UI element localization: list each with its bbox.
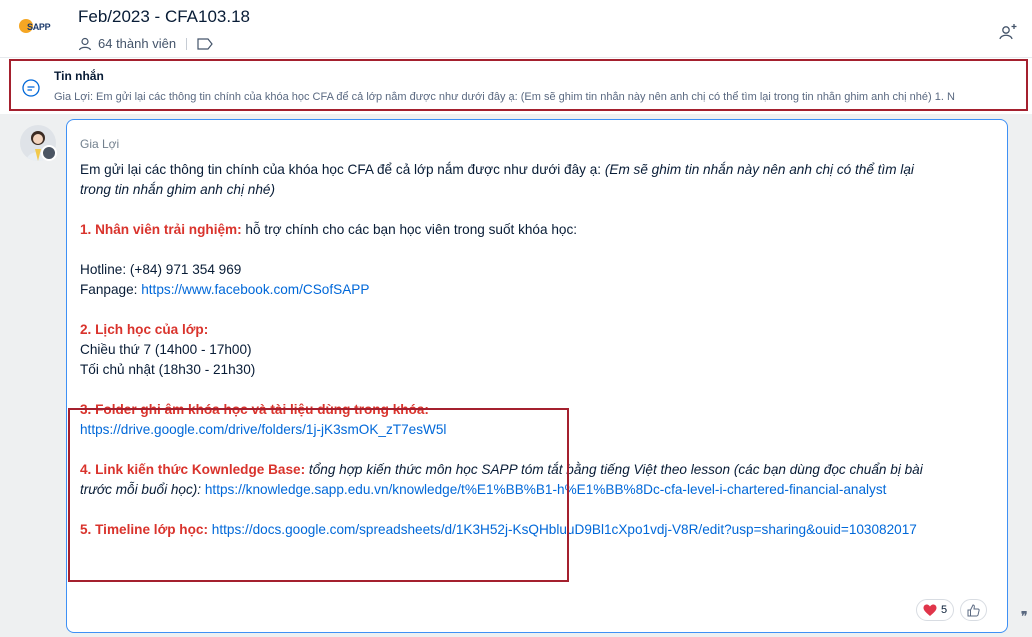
schedule-saturday: Chiều thứ 7 (14h00 - 17h00) <box>80 342 252 357</box>
heart-icon <box>923 604 937 616</box>
highlight-box <box>68 408 569 582</box>
group-avatar-logo[interactable]: SAPP <box>19 18 51 36</box>
intro-line: Em gửi lại các thông tin chính của khóa … <box>80 160 990 180</box>
logo-text: SAPP <box>27 22 51 32</box>
thumbs-up-icon <box>967 603 980 616</box>
fanpage-link[interactable]: https://www.facebook.com/CSofSAPP <box>141 282 369 297</box>
intro-note: (Em sẽ ghim tin nhắn này nên anh chị có … <box>604 162 914 177</box>
schedule-sunday: Tối chủ nhật (18h30 - 21h30) <box>80 362 256 377</box>
message-icon <box>22 79 40 97</box>
hotline: Hotline: (+84) 971 354 969 <box>80 262 242 277</box>
reaction-bar: 5 <box>916 599 988 621</box>
fanpage-line: Fanpage: https://www.facebook.com/CSofSA… <box>80 280 990 300</box>
divider <box>186 37 188 50</box>
section-2-heading: 2. Lịch học của lớp: <box>80 322 209 337</box>
admin-badge-icon <box>41 145 57 161</box>
sender-name[interactable]: Gia Lợi <box>80 137 119 151</box>
conversation-subtitle: 64 thành viên <box>78 36 213 51</box>
section-1: 1. Nhân viên trải nghiệm: hỗ trợ chính c… <box>80 220 990 240</box>
pinned-preview: Gia Lợi: Em gửi lại các thông tin chính … <box>54 91 955 103</box>
user-icon <box>78 37 92 50</box>
member-count[interactable]: 64 thành viên <box>98 36 176 51</box>
conversation-header: SAPP Feb/2023 - CFA103.18 64 thành viên <box>0 0 1032 58</box>
intro-note-cont: trong tin nhắn ghim anh chị nhé) <box>80 182 275 197</box>
reply-handle-icon[interactable]: ❞ <box>1021 609 1027 623</box>
section-1-text: hỗ trợ chính cho các bạn học viên trong … <box>241 222 578 237</box>
heart-count: 5 <box>941 604 948 616</box>
pinned-message-bar[interactable]: Tin nhắn Gia Lợi: Em gửi lại các thông t… <box>9 59 1028 111</box>
like-reaction-button[interactable] <box>960 599 988 621</box>
tag-icon[interactable] <box>197 37 213 50</box>
intro-text: Em gửi lại các thông tin chính của khóa … <box>80 162 605 177</box>
conversation-title[interactable]: Feb/2023 - CFA103.18 <box>78 7 250 27</box>
fanpage-label: Fanpage: <box>80 282 142 297</box>
add-member-icon[interactable] <box>998 22 1018 42</box>
section-1-heading: 1. Nhân viên trải nghiệm: <box>80 222 242 237</box>
heart-reaction[interactable]: 5 <box>916 599 955 621</box>
pinned-title: Tin nhắn <box>54 69 104 83</box>
